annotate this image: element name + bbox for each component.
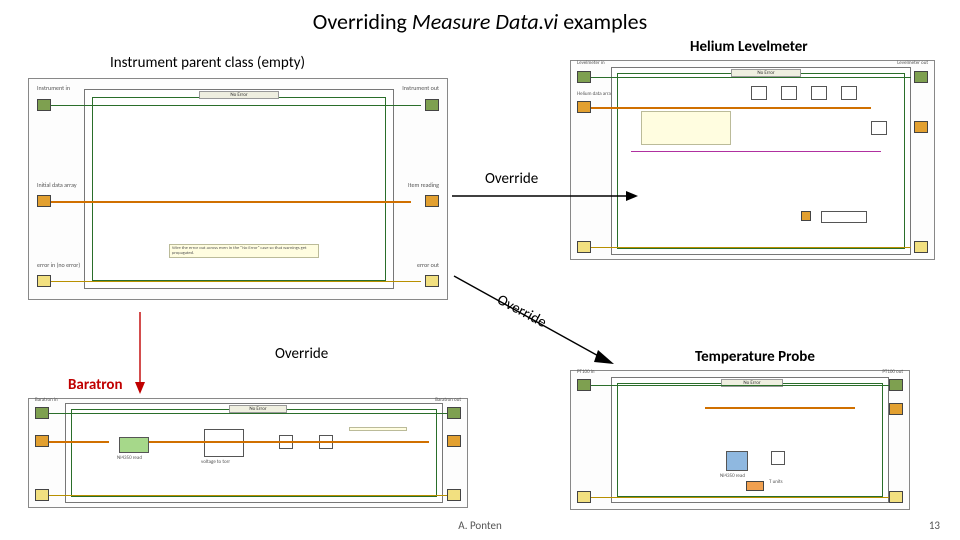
tp-case	[617, 383, 883, 497]
bd-parent: Instrument in Initial data array error i…	[28, 78, 448, 300]
he-arr	[577, 101, 591, 113]
caption-helium: Helium Levelmeter	[690, 38, 808, 56]
he-tab: No Error	[731, 69, 801, 77]
footer-page: 13	[929, 519, 940, 532]
tp-build	[771, 451, 785, 465]
he-cfg-note	[641, 111, 731, 145]
tp-errin	[577, 491, 591, 503]
arrow-to-baratron	[130, 310, 150, 396]
tp-errout	[889, 491, 903, 503]
tp-units	[746, 481, 764, 491]
term-err-in	[37, 275, 51, 287]
he-node-close	[841, 86, 857, 100]
lbl-tunits: T units	[767, 479, 785, 486]
term-err-out	[425, 275, 439, 287]
he-errin	[577, 241, 591, 253]
override-label-1: Override	[485, 170, 538, 188]
tp-in	[577, 379, 591, 391]
ba-note	[349, 427, 407, 431]
lbl-instr-in: Instrument in	[35, 85, 72, 92]
lbl-ba-out: Baratron out	[433, 397, 463, 404]
ba-ni-node	[119, 437, 149, 453]
ba-in	[35, 407, 49, 419]
he-node-read	[781, 86, 797, 100]
title-italic: Measure Data.vi	[412, 8, 558, 35]
ba-out	[447, 407, 461, 419]
ba-arr	[35, 435, 49, 447]
caption-parent: Instrument parent class (empty)	[110, 54, 305, 72]
lbl-instr-out: Instrument out	[400, 85, 441, 92]
tp-ni-node	[726, 451, 748, 471]
bd-helium: Levelmeter in Helium data array No Error…	[570, 60, 935, 260]
lbl-err-out: error out	[415, 262, 441, 269]
term-init-arr	[37, 195, 51, 207]
caption-temp: Temperature Probe	[695, 348, 815, 366]
term-instr-out	[425, 99, 439, 111]
ba-errin	[35, 489, 49, 501]
lbl-he-in: Levelmeter in	[575, 60, 607, 67]
tp-out	[889, 379, 903, 391]
footer-author: A. Ponten	[458, 519, 501, 532]
bd-baratron: Baratron in No Error NI4350 read voltage…	[28, 398, 468, 508]
ba-case	[71, 409, 437, 497]
lbl-ba-conv: voltage to torr	[199, 459, 232, 466]
lbl-tp-out: PT100 out	[880, 369, 905, 376]
caption-baratron: Baratron	[68, 376, 123, 394]
title-post: examples	[558, 8, 647, 35]
lbl-item-rd: Item reading	[406, 182, 441, 189]
slide-title: Overriding Measure Data.vi examples	[0, 0, 960, 35]
ba-conv	[204, 429, 244, 457]
override-label-2: Override	[275, 345, 328, 363]
he-subarray	[821, 211, 867, 223]
he-in	[577, 71, 591, 83]
lbl-ba-ni: NI4350 read	[115, 455, 144, 462]
lbl-ni: NI4350 read	[718, 473, 747, 480]
bd-temp: PT100 in Temperature data array No Error…	[570, 370, 910, 510]
he-node-bundle	[871, 121, 887, 135]
parent-note: Wire the error out across even in the "N…	[169, 244, 319, 258]
lbl-err-in: error in (no error)	[35, 262, 82, 269]
ba-data-out	[447, 435, 461, 447]
lbl-he-arr: Helium data array	[575, 91, 615, 98]
he-node-parse	[811, 86, 827, 100]
he-node-visa	[751, 86, 767, 100]
override-label-3: Override	[494, 291, 549, 332]
tp-data-out	[889, 403, 903, 415]
he-errout	[914, 241, 928, 253]
lbl-tp-in: PT100 in	[575, 369, 597, 376]
ba-errout	[447, 489, 461, 501]
ba-tab: No Error	[229, 405, 287, 413]
parent-case-tab: No Error	[199, 91, 279, 99]
term-instr-in	[37, 99, 51, 111]
term-item-rd	[425, 195, 439, 207]
he-data-out	[914, 121, 928, 133]
lbl-init-arr: Initial data array	[35, 182, 79, 189]
lbl-ba-in: Baratron in	[33, 397, 60, 404]
he-out	[914, 71, 928, 83]
title-pre: Overriding	[313, 8, 412, 35]
lbl-he-out: Levelmeter out	[895, 60, 930, 67]
